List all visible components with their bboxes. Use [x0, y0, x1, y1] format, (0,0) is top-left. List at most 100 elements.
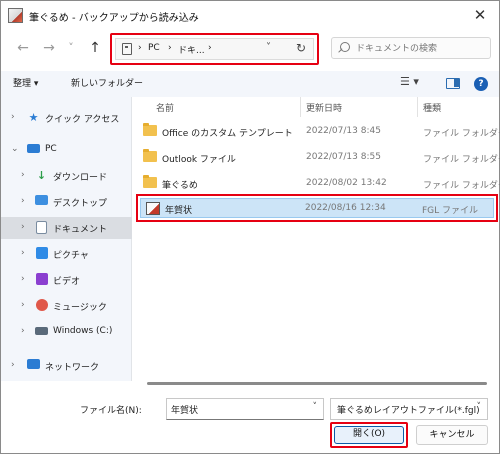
file-name: Office のカスタム テンプレート [162, 129, 293, 139]
sidebar-item-label: PC [45, 144, 57, 154]
column-divider[interactable] [300, 97, 301, 117]
selected-file-highlight: 年賀状 2022/08/16 12:34 FGL ファイル [136, 194, 498, 222]
address-bar[interactable]: › PC › ドキ... › ˅ ↻ [115, 38, 314, 60]
sidebar-item-label: ミュージック [53, 303, 107, 313]
sidebar-item-quick-access[interactable]: › ★ クイック アクセス [1, 107, 132, 129]
file-type: FGL ファイル [422, 206, 479, 216]
column-header-name[interactable]: 名前 [156, 101, 174, 114]
folder-icon [143, 149, 157, 162]
search-box[interactable] [331, 37, 491, 59]
file-type: ファイル フォルダー [423, 155, 500, 165]
address-dropdown-icon[interactable]: ˅ [266, 42, 271, 53]
list-item-selected-file[interactable]: 年賀状 2022/08/16 12:34 FGL ファイル [140, 198, 494, 218]
up-arrow-icon[interactable]: ↑ [85, 37, 105, 59]
address-bar-highlight: › PC › ドキ... › ˅ ↻ [110, 33, 319, 65]
sidebar-item-label: ビデオ [53, 277, 81, 287]
view-options-icon[interactable]: ☰ ▾ [400, 75, 419, 88]
chevron-right-icon[interactable]: › [21, 326, 25, 336]
filetype-select[interactable]: 筆ぐるめレイアウトファイル(*.fgl) ˅ [330, 398, 488, 420]
sidebar-item-pictures[interactable]: › ピクチャ [1, 243, 132, 265]
sidebar-item-label: デスクトップ [53, 199, 108, 209]
file-type: ファイル フォルダー [423, 181, 500, 191]
new-folder-button[interactable]: 新しいフォルダー [71, 76, 143, 89]
column-header-modified[interactable]: 更新日時 [306, 101, 342, 114]
navigation-pane: › ★ クイック アクセス ⌄ PC › ↓ ダウンロード › デスクトップ ›… [1, 97, 132, 381]
network-icon [27, 359, 40, 372]
chevron-right-icon[interactable]: › [21, 248, 25, 258]
sidebar-item-desktop[interactable]: › デスクトップ [1, 191, 132, 213]
sidebar-item-music[interactable]: › ミュージック [1, 295, 132, 317]
sidebar-item-videos[interactable]: › ビデオ [1, 269, 132, 291]
file-open-dialog: 筆ぐるめ - バックアップから読み込み ✕ ← → ˅ ↑ › PC › ドキ.… [0, 0, 500, 454]
sidebar-item-documents[interactable]: › ドキュメント [1, 217, 132, 239]
sidebar-item-network[interactable]: › ネットワーク [1, 355, 132, 377]
chevron-right-icon[interactable]: › [21, 300, 25, 310]
back-arrow-icon[interactable]: ← [13, 37, 33, 59]
search-input[interactable] [356, 41, 486, 56]
filetype-value: 筆ぐるめレイアウトファイル(*.fgl) [337, 406, 480, 416]
organize-button[interactable]: 整理 ▾ [13, 76, 38, 89]
file-date: 2022/07/13 8:45 [306, 126, 381, 136]
file-name: 年賀状 [165, 206, 193, 216]
chevron-right-icon[interactable]: › [11, 360, 15, 370]
pictures-icon [35, 247, 48, 260]
download-icon: ↓ [36, 169, 47, 182]
file-name: 筆ぐるめ [162, 181, 198, 191]
videos-icon [35, 273, 48, 286]
column-divider[interactable] [417, 97, 418, 117]
breadcrumb-separator[interactable]: › [138, 43, 142, 53]
sidebar-item-drive-c[interactable]: › Windows (C:) [1, 321, 132, 343]
horizontal-scrollbar[interactable] [147, 382, 487, 385]
file-date: 2022/07/13 8:55 [306, 152, 381, 162]
search-icon [340, 42, 350, 52]
documents-icon [35, 221, 48, 234]
file-type: ファイル フォルダー [423, 129, 500, 139]
star-icon: ★ [28, 111, 39, 124]
open-button-highlight: 開く(O) [330, 422, 408, 448]
sidebar-item-label: クイック アクセス [45, 115, 120, 125]
breadcrumb-documents[interactable]: ドキ... [178, 43, 205, 56]
open-button[interactable]: 開く(O) [334, 426, 404, 444]
sidebar-item-pc[interactable]: ⌄ PC [1, 139, 132, 161]
column-header-type[interactable]: 種類 [423, 101, 441, 114]
sidebar-item-label: ドキュメント [53, 225, 108, 235]
chevron-right-icon[interactable]: › [21, 170, 25, 180]
list-item-folder[interactable]: Office のカスタム テンプレート 2022/07/13 8:45 ファイル… [138, 121, 500, 143]
desktop-icon [35, 195, 48, 208]
help-icon[interactable]: ? [474, 77, 488, 91]
chevron-right-icon[interactable]: › [21, 274, 25, 284]
fudegurume-app-icon [8, 8, 23, 23]
chevron-down-icon[interactable]: ⌄ [11, 144, 19, 154]
pc-monitor-icon [27, 143, 40, 156]
file-date: 2022/08/16 12:34 [305, 203, 386, 213]
sidebar-item-label: Windows (C:) [53, 326, 113, 336]
pc-icon [122, 43, 132, 55]
filename-field[interactable]: ˅ [166, 398, 324, 420]
recent-locations-chevron-icon[interactable]: ˅ [61, 37, 81, 59]
forward-arrow-icon[interactable]: → [39, 37, 59, 59]
sidebar-item-downloads[interactable]: › ↓ ダウンロード [1, 165, 132, 187]
sidebar-item-label: ピクチャ [53, 251, 89, 261]
breadcrumb-separator[interactable]: › [168, 43, 172, 53]
refresh-icon[interactable]: ↻ [296, 41, 306, 55]
folder-icon [143, 123, 157, 136]
drive-icon [35, 325, 48, 338]
file-list: 名前 更新日時 種類 Office のカスタム テンプレート 2022/07/1… [132, 97, 500, 381]
cancel-button[interactable]: キャンセル [416, 425, 488, 445]
chevron-right-icon[interactable]: › [21, 196, 25, 206]
command-bar: 整理 ▾ 新しいフォルダー ☰ ▾ ? [1, 71, 499, 97]
breadcrumb-pc[interactable]: PC [148, 43, 160, 53]
chevron-right-icon[interactable]: › [11, 112, 15, 122]
chevron-right-icon[interactable]: › [21, 222, 25, 232]
sidebar-item-label: ダウンロード [53, 173, 108, 183]
breadcrumb-separator[interactable]: › [208, 43, 212, 53]
filetype-dropdown-icon[interactable]: ˅ [477, 402, 482, 412]
list-item-folder[interactable]: 筆ぐるめ 2022/08/02 13:42 ファイル フォルダー [138, 173, 500, 195]
filename-input[interactable] [171, 402, 291, 417]
list-item-folder[interactable]: Outlook ファイル 2022/07/13 8:55 ファイル フォルダー [138, 147, 500, 169]
sidebar-item-label: ネットワーク [45, 363, 100, 373]
filename-dropdown-icon[interactable]: ˅ [313, 402, 318, 412]
title-bar: 筆ぐるめ - バックアップから読み込み ✕ [1, 1, 499, 31]
preview-pane-icon[interactable] [446, 78, 460, 89]
close-button[interactable]: ✕ [467, 4, 493, 26]
